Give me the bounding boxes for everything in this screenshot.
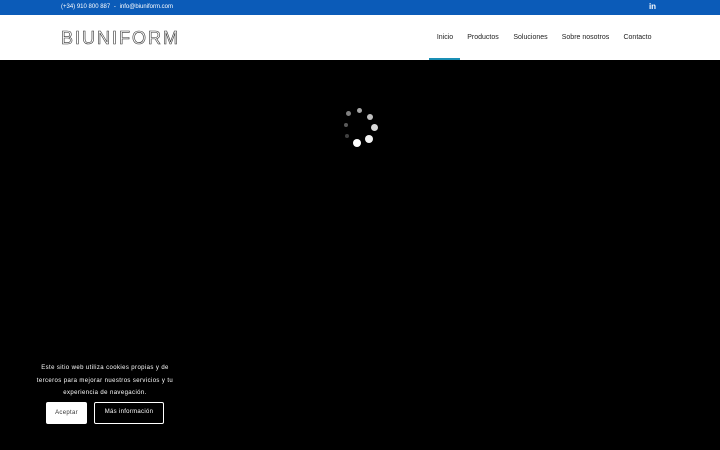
contact-info: (+34) 910 800 887 - info@biuniform.com bbox=[61, 2, 173, 12]
cookie-banner: Este sitio web utiliza cookies propias y… bbox=[30, 362, 180, 424]
nav-item-contacto[interactable]: Contacto bbox=[622, 32, 653, 44]
email-link[interactable]: info@biuniform.com bbox=[120, 4, 173, 10]
site-header: BIUNIFORM Inicio Productos Soluciones So… bbox=[0, 15, 720, 60]
accept-cookies-button[interactable]: Aceptar bbox=[46, 402, 87, 424]
cookie-message: Este sitio web utiliza cookies propias y… bbox=[36, 365, 174, 396]
contact-separator: - bbox=[113, 4, 116, 10]
loading-spinner-icon bbox=[340, 107, 380, 149]
nav-item-productos[interactable]: Productos bbox=[466, 32, 500, 44]
logo[interactable]: BIUNIFORM bbox=[61, 28, 180, 49]
phone-number[interactable]: (+34) 910 800 887 bbox=[61, 4, 110, 10]
linkedin-icon[interactable]: in bbox=[648, 2, 657, 12]
top-bar: (+34) 910 800 887 - info@biuniform.com i… bbox=[0, 0, 720, 15]
nav-item-inicio[interactable]: Inicio bbox=[435, 32, 455, 44]
nav-item-soluciones[interactable]: Soluciones bbox=[512, 32, 549, 44]
nav-item-sobre-nosotros[interactable]: Sobre nosotros bbox=[560, 32, 611, 44]
more-info-button[interactable]: Más información bbox=[94, 402, 164, 424]
